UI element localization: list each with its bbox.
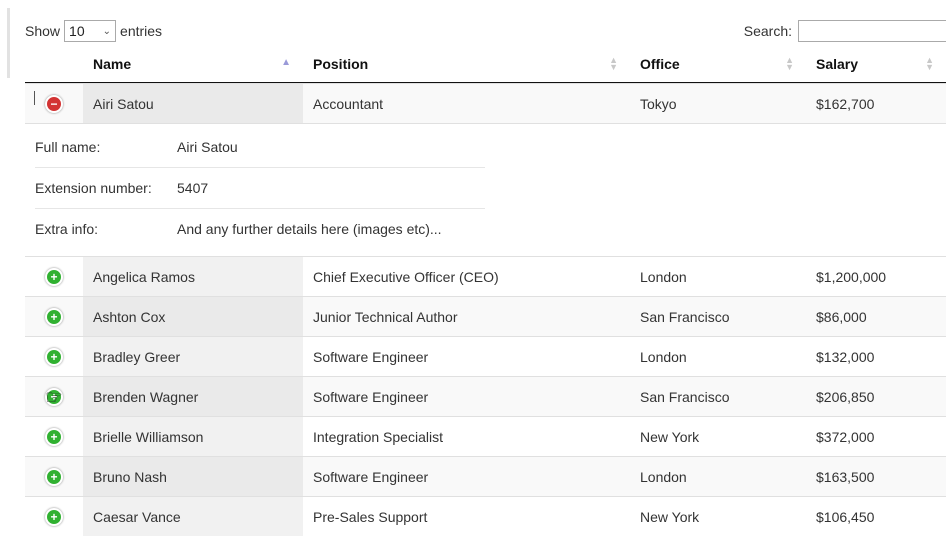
header-control	[25, 45, 83, 82]
header-salary[interactable]: Salary ▲ ▼	[806, 45, 946, 82]
cell-salary: $163,500	[816, 468, 875, 485]
plus-icon[interactable]: +	[45, 267, 63, 286]
row-toggle-cell[interactable]: −	[25, 84, 83, 123]
cell-salary: $86,000	[816, 308, 867, 325]
detail-value: 5407	[177, 180, 209, 196]
header-position-label: Position	[313, 55, 369, 72]
row-toggle-cell[interactable]: +	[25, 457, 83, 496]
cell-name: Bruno Nash	[83, 457, 303, 496]
cell-name: Brielle Williamson	[83, 417, 303, 456]
cell-salary: $1,200,000	[816, 268, 887, 285]
page-length-control: Show 10 ⌄ entries	[25, 20, 162, 42]
row-toggle-cell[interactable]: +	[25, 257, 83, 296]
detail-label: Extension number:	[35, 180, 152, 196]
header-office-label: Office	[640, 55, 680, 72]
sort-both-icon: ▲ ▼	[785, 54, 794, 72]
cell-office: London	[640, 468, 687, 485]
cell-office: New York	[640, 508, 700, 525]
row-details: Full name: Airi Satou Extension number: …	[25, 123, 946, 256]
plus-icon[interactable]: +	[45, 467, 63, 486]
table-row[interactable]: − Airi Satou Accountant Tokyo $162,700	[25, 83, 946, 123]
header-position[interactable]: Position ▲ ▼	[303, 45, 630, 82]
cell-office: London	[640, 348, 687, 365]
sort-both-icon: ▲ ▼	[609, 54, 618, 72]
cell-position: Pre-Sales Support	[313, 508, 428, 525]
cell-name: Ashton Cox	[83, 297, 303, 336]
cell-salary: $162,700	[816, 95, 875, 112]
table-row[interactable]: + Ashton Cox Junior Technical Author San…	[25, 296, 946, 336]
row-toggle-cell[interactable]: +	[25, 337, 83, 376]
cell-office: London	[640, 268, 687, 285]
table-controls: Show 10 ⌄ entries Search:	[25, 18, 946, 44]
header-name[interactable]: Name ▲	[83, 45, 303, 82]
detail-label: Extra info:	[35, 221, 99, 237]
detail-value: And any further details here (images etc…	[177, 221, 442, 237]
chevron-down-icon: ⌄	[102, 25, 112, 37]
data-table: Name ▲ Position ▲ ▼ Office ▲ ▼ Salary ▲ ▼ −…	[25, 45, 946, 536]
detail-label: Full name:	[35, 139, 101, 155]
cell-office: Tokyo	[640, 95, 677, 112]
show-label: Show	[25, 23, 61, 39]
row-toggle-cell[interactable]: +	[25, 497, 83, 536]
cell-position: Accountant	[313, 95, 384, 112]
cell-name: Brenden Wagner	[83, 377, 303, 416]
detail-row: Extra info: And any further details here…	[35, 209, 485, 249]
page-length-select[interactable]: 10 ⌄	[64, 20, 117, 42]
cell-salary: $132,000	[816, 348, 875, 365]
cell-name: Airi Satou	[83, 84, 303, 123]
details-list: Full name: Airi Satou Extension number: …	[35, 127, 485, 249]
cell-salary: $106,450	[816, 508, 875, 525]
cell-salary: $372,000	[816, 428, 875, 445]
detail-value: Airi Satou	[177, 139, 238, 155]
sort-asc-icon: ▲	[281, 57, 291, 68]
minus-icon[interactable]: −	[45, 94, 63, 113]
cell-office: San Francisco	[640, 308, 730, 325]
entries-label: entries	[120, 23, 163, 39]
cell-office: New York	[640, 428, 700, 445]
detail-row: Extension number: 5407	[35, 168, 485, 209]
text-cursor	[34, 91, 35, 105]
cell-name: Angelica Ramos	[83, 257, 303, 296]
plus-icon[interactable]: +	[45, 427, 63, 446]
search-input[interactable]	[798, 20, 946, 42]
search-label: Search:	[743, 23, 792, 39]
left-edge-bar	[7, 8, 10, 78]
cell-position: Integration Specialist	[313, 428, 443, 445]
table-row[interactable]: + Bruno Nash Software Engineer London $1…	[25, 456, 946, 496]
row-toggle-cell[interactable]: +	[25, 417, 83, 456]
table-row[interactable]: + Caesar Vance Pre-Sales Support New Yor…	[25, 496, 946, 536]
table-header: Name ▲ Position ▲ ▼ Office ▲ ▼ Salary ▲ ▼	[25, 45, 946, 83]
plus-icon[interactable]: +	[45, 307, 63, 326]
plus-icon[interactable]: +	[45, 507, 63, 526]
cell-salary: $206,850	[816, 388, 875, 405]
cell-position: Software Engineer	[313, 468, 429, 485]
row-toggle-cell[interactable]: + ☞	[25, 377, 83, 416]
plus-icon[interactable]: +	[45, 347, 63, 366]
sort-both-icon: ▲ ▼	[925, 54, 934, 72]
cell-position: Chief Executive Officer (CEO)	[313, 268, 499, 285]
search-control: Search:	[744, 20, 946, 42]
row-toggle-cell[interactable]: +	[25, 297, 83, 336]
table-row[interactable]: + Angelica Ramos Chief Executive Officer…	[25, 256, 946, 296]
table-row[interactable]: + Bradley Greer Software Engineer London…	[25, 336, 946, 376]
cell-name: Bradley Greer	[83, 337, 303, 376]
pointer-hand-icon: ☞	[45, 387, 63, 409]
header-salary-label: Salary	[816, 55, 859, 72]
detail-row: Full name: Airi Satou	[35, 127, 485, 168]
cell-position: Software Engineer	[313, 388, 429, 405]
cell-position: Software Engineer	[313, 348, 429, 365]
cell-office: San Francisco	[640, 388, 730, 405]
table-row[interactable]: + Brielle Williamson Integration Special…	[25, 416, 946, 456]
cell-name: Caesar Vance	[83, 497, 303, 536]
header-name-label: Name	[93, 55, 132, 72]
table-row[interactable]: + ☞ Brenden Wagner Software Engineer San…	[25, 376, 946, 416]
header-office[interactable]: Office ▲ ▼	[630, 45, 806, 82]
page-length-value: 10	[69, 23, 85, 39]
cell-position: Junior Technical Author	[313, 308, 458, 325]
